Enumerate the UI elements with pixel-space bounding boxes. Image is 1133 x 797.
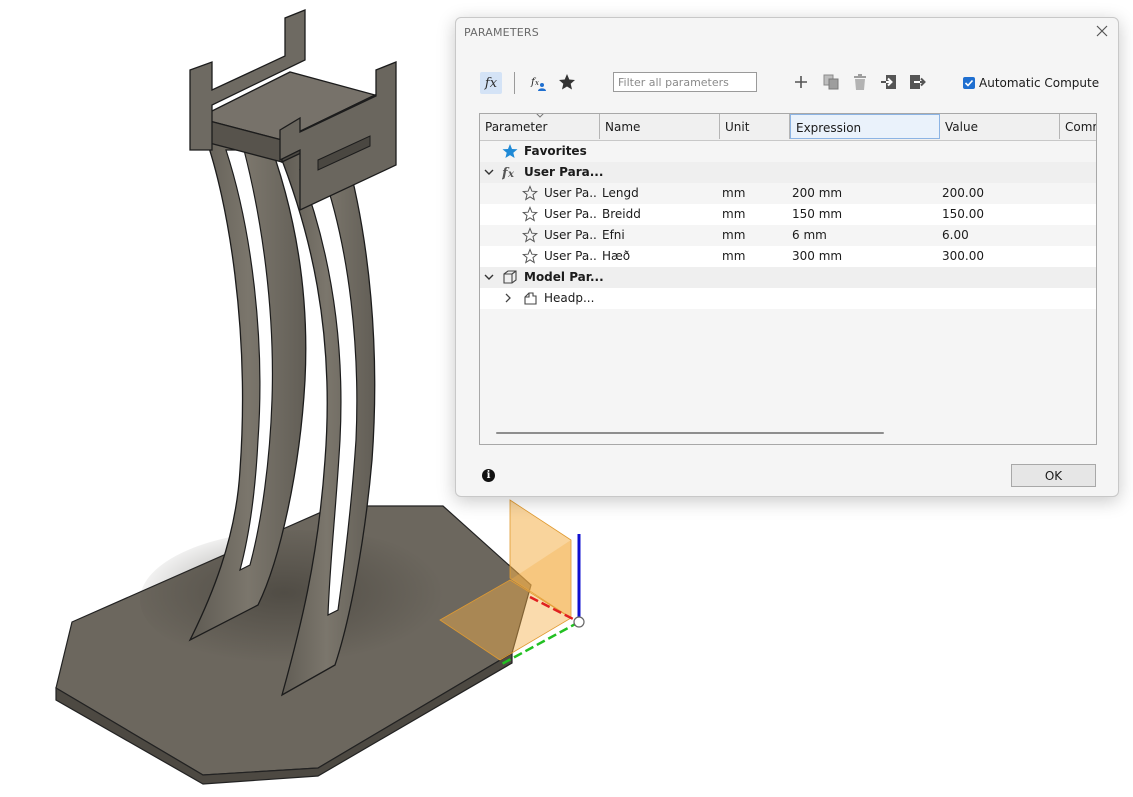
favorites-star-icon[interactable] (558, 73, 576, 91)
table-row[interactable]: User Pa... Breidd mm 150 mm 150.00 (480, 204, 1096, 225)
chevron-right-icon[interactable] (502, 292, 514, 304)
parameters-table: Parameter Name Unit Expression Value Com… (479, 113, 1097, 445)
column-header-comment[interactable]: Comm (1060, 114, 1096, 139)
value-cell: 200.00 (942, 186, 984, 200)
column-header-value[interactable]: Value (940, 114, 1060, 139)
parameter-cell: User Pa... (544, 249, 596, 263)
name-cell[interactable]: Lengd (602, 183, 639, 204)
horizontal-scrollbar[interactable] (496, 432, 884, 434)
dialog-title: PARAMETERS (464, 26, 539, 39)
model-parameters-group-row[interactable]: Model Par... (480, 267, 1096, 288)
favorites-star-icon (502, 144, 518, 158)
model-cube-icon (503, 270, 517, 284)
star-outline-icon[interactable] (522, 227, 538, 243)
parameters-dialog: PARAMETERS fx f x Filter all parameters … (455, 17, 1119, 497)
origin-point (573, 616, 585, 628)
unit-cell[interactable]: mm (722, 183, 745, 204)
column-header-unit[interactable]: Unit (720, 114, 790, 139)
name-cell[interactable]: Hæð (602, 246, 630, 267)
info-icon[interactable]: i (482, 469, 495, 482)
star-outline-icon[interactable] (522, 185, 538, 201)
fx-icon: fx (484, 75, 498, 91)
component-icon (524, 292, 537, 305)
star-outline-icon[interactable] (522, 248, 538, 264)
column-header-expression[interactable]: Expression (790, 114, 940, 139)
svg-text:x: x (507, 169, 515, 180)
value-cell: 300.00 (942, 249, 984, 263)
table-row[interactable]: User Pa... Hæð mm 300 mm 300.00 (480, 246, 1096, 267)
table-row[interactable]: User Pa... Efni mm 6 mm 6.00 (480, 225, 1096, 246)
automatic-compute-option[interactable]: Automatic Compute (963, 76, 1099, 90)
toolbar-separator (514, 72, 515, 94)
fx-icon: f x (502, 166, 515, 180)
ok-button[interactable]: OK (1011, 464, 1096, 487)
user-parameters-group-row[interactable]: f x User Para... (480, 162, 1096, 183)
import-icon[interactable] (880, 73, 898, 91)
export-icon[interactable] (908, 73, 926, 91)
chevron-down-icon[interactable] (483, 271, 495, 283)
model-parameters-group-label: Model Par... (524, 270, 604, 284)
user-parameter-fx-person-icon[interactable]: f x (530, 74, 548, 92)
svg-text:x: x (535, 79, 539, 87)
column-header-name[interactable]: Name (600, 114, 720, 139)
unit-cell[interactable]: mm (722, 225, 745, 246)
user-parameters-fx-button[interactable]: fx (480, 72, 502, 94)
chevron-down-icon[interactable] (483, 166, 495, 178)
checkmark-icon (964, 79, 974, 87)
table-header: Parameter Name Unit Expression Value Com… (480, 114, 1096, 141)
unit-cell[interactable]: mm (722, 204, 745, 225)
expression-cell[interactable]: 6 mm (792, 225, 827, 246)
expression-cell[interactable]: 200 mm (792, 183, 842, 204)
copy-icon[interactable] (822, 73, 840, 91)
parameter-cell: Headp... (544, 291, 595, 305)
favorites-group-row[interactable]: Favorites (480, 141, 1096, 162)
parameter-cell: User Pa... (544, 228, 596, 242)
sort-indicator-icon (536, 114, 544, 118)
star-outline-icon[interactable] (522, 206, 538, 222)
name-cell[interactable]: Efni (602, 225, 625, 246)
name-cell[interactable]: Breidd (602, 204, 641, 225)
delete-trash-icon[interactable] (852, 73, 868, 91)
automatic-compute-label: Automatic Compute (979, 76, 1100, 90)
user-parameters-group-label: User Para... (524, 165, 604, 179)
add-icon[interactable] (793, 74, 809, 90)
close-icon[interactable] (1094, 23, 1110, 39)
table-row[interactable]: User Pa... Lengd mm 200 mm 200.00 (480, 183, 1096, 204)
expression-cell[interactable]: 150 mm (792, 204, 842, 225)
value-cell: 6.00 (942, 228, 969, 242)
expression-cell[interactable]: 300 mm (792, 246, 842, 267)
base-plate (55, 505, 532, 785)
table-row[interactable]: Headp... (480, 288, 1096, 309)
parameter-cell: User Pa... (544, 186, 596, 200)
automatic-compute-checkbox[interactable] (963, 77, 975, 89)
parameter-cell: User Pa... (544, 207, 596, 221)
value-cell: 150.00 (942, 207, 984, 221)
favorites-group-label: Favorites (524, 144, 587, 158)
filter-parameters-input[interactable] (613, 72, 757, 92)
unit-cell[interactable]: mm (722, 246, 745, 267)
